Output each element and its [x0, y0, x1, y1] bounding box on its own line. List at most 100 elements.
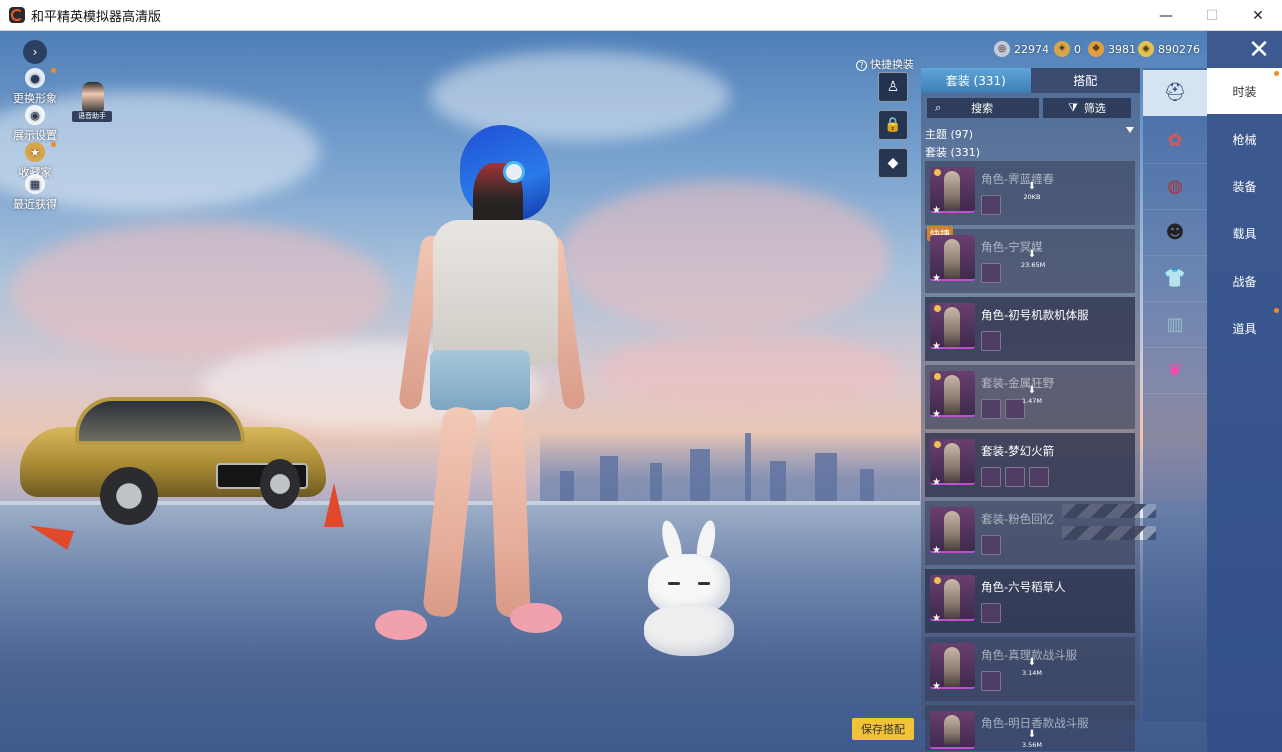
gift-icon: ▦: [25, 174, 45, 194]
star-icon: ★: [932, 273, 941, 284]
lock-icon: 🔒: [884, 117, 902, 133]
nav-combat-gear[interactable]: 战备: [1207, 258, 1282, 304]
currency-silver: ◎ 22974: [994, 40, 1049, 58]
medal-icon: ★: [25, 142, 45, 162]
window-titlebar: 和平精英模拟器高清版: [0, 0, 1282, 31]
outfit-part-thumb: [981, 671, 1001, 691]
currency-medal: ✦ 0: [1054, 40, 1081, 58]
person-icon: ●: [25, 68, 45, 88]
outfit-part-thumb: [981, 603, 1001, 623]
outfit-thumbnail: ★: [930, 575, 975, 624]
star-icon: ★: [932, 409, 941, 420]
quick-swap-slot-2[interactable]: 🔒: [878, 110, 908, 140]
outfit-thumbnail: ★: [930, 643, 975, 692]
download-icon[interactable]: ⬇ 1.47M: [1021, 385, 1043, 405]
outfit-thumbnail: ★: [930, 371, 975, 420]
search-button[interactable]: ⌕ 搜索: [927, 98, 1039, 118]
hair-icon: ✿: [1167, 130, 1183, 151]
download-icon[interactable]: ⬇ 23.65M: [1021, 249, 1045, 269]
filter-button[interactable]: ⧩ 筛选: [1043, 98, 1131, 118]
figure-icon: ♙: [886, 79, 900, 95]
outfit-thumbnail: ★: [930, 167, 975, 216]
panel-tabs: 套装 (331) 搭配: [921, 68, 1140, 93]
save-outfit-button[interactable]: 保存搭配: [852, 718, 914, 740]
category-top[interactable]: 👕: [1143, 256, 1207, 302]
theme-heading[interactable]: 主题 (97): [925, 126, 973, 142]
outfit-item[interactable]: 角色-明日香款战斗服 ⬇ 3.56M: [925, 705, 1135, 751]
face-icon: ☻: [1165, 222, 1185, 243]
outfit-part-thumb: [981, 467, 1001, 487]
expand-menu-button[interactable]: ›: [23, 40, 47, 64]
nav-fashion[interactable]: 时装: [1207, 68, 1282, 114]
tab-sets[interactable]: 套装 (331): [921, 68, 1031, 93]
star-icon: ★: [932, 545, 941, 556]
chevron-down-icon[interactable]: [1126, 127, 1134, 133]
quick-swap-label[interactable]: ? 快捷换装: [856, 56, 914, 72]
outfit-part-thumb: [981, 195, 1001, 215]
outfit-item[interactable]: ★ 角色-霁蓝缠春 ⬇ 20KB: [925, 161, 1135, 225]
outfit-item[interactable]: ★ 角色-初号机款机体服: [925, 297, 1135, 361]
change-appearance-button[interactable]: ● 更换形象: [6, 68, 64, 106]
filter-icon: ⧩: [1068, 101, 1078, 114]
outfit-thumbnail: ★: [930, 235, 975, 284]
silver-coin-icon: ◎: [994, 41, 1010, 57]
diamond-icon: ◆: [887, 155, 899, 171]
outfit-thumbnail: ★: [930, 439, 975, 488]
quick-swap-slot-1[interactable]: ♙: [878, 72, 908, 102]
shorts-icon: ▥: [1166, 314, 1184, 335]
help-icon: ?: [856, 60, 867, 71]
category-headwear[interactable]: ⛑: [1143, 70, 1207, 116]
outfit-item[interactable]: ★ 角色-真理款战斗服 ⬇ 3.14M: [925, 637, 1135, 701]
currency-gold: ◈ 890276: [1138, 40, 1200, 58]
outfit-part-thumb: [981, 263, 1001, 283]
app-logo-icon: [9, 7, 25, 23]
outfit-part-thumb: [981, 535, 1001, 555]
outfit-item[interactable]: ★ 套装-粉色回忆: [925, 501, 1135, 565]
star-icon: ★: [932, 477, 941, 488]
download-icon[interactable]: ⬇ 3.14M: [1021, 657, 1043, 677]
outfit-item[interactable]: 快捷 ★ 角色-宁冥媒 ⬇23.65M: [925, 226, 1135, 293]
outfit-part-thumb: [1029, 467, 1049, 487]
currency-coupon: ❖ 3981: [1088, 40, 1136, 58]
nav-equipment[interactable]: 装备: [1207, 163, 1282, 209]
category-mask[interactable]: ◍: [1143, 164, 1207, 210]
category-face[interactable]: ☻: [1143, 210, 1207, 256]
minimize-button[interactable]: —: [1143, 0, 1189, 31]
set-heading: 套装 (331): [925, 146, 981, 159]
quick-swap-slot-3[interactable]: ◆: [878, 148, 908, 178]
category-hair[interactable]: ✿: [1143, 118, 1207, 164]
star-icon: ★: [932, 613, 941, 624]
category-shoes[interactable]: ❦: [1143, 348, 1207, 394]
headwear-icon: ⛑: [1163, 82, 1187, 103]
download-icon[interactable]: ⬇ 20KB: [1021, 181, 1043, 201]
window-title: 和平精英模拟器高清版: [31, 9, 162, 25]
search-icon: ⌕: [935, 101, 942, 114]
slipper-icon: ❦: [1167, 360, 1183, 381]
close-window-button[interactable]: ✕: [1235, 0, 1281, 31]
outfit-item[interactable]: ★ 角色-六号稻草人: [925, 569, 1135, 633]
outfit-item[interactable]: ★ 套装-梦幻火箭: [925, 433, 1135, 497]
maximize-button[interactable]: ☐: [1189, 0, 1235, 31]
city-skyline: [540, 431, 920, 511]
player-character[interactable]: [375, 125, 587, 655]
star-icon: ★: [932, 205, 941, 216]
outfit-item[interactable]: ★ 套装-金属狂野 ⬇ 1.47M: [925, 365, 1135, 429]
recently-obtained-button[interactable]: ▦ 最近获得: [6, 174, 64, 212]
medal-coin-icon: ✦: [1054, 41, 1070, 57]
cloud: [560, 181, 890, 331]
category-bottom[interactable]: ▥: [1143, 302, 1207, 348]
tab-combos[interactable]: 搭配: [1030, 68, 1140, 93]
voice-assistant-button[interactable]: 语音助手: [72, 82, 112, 122]
star-icon: ★: [932, 341, 941, 352]
download-icon[interactable]: ⬇ 3.56M: [1021, 729, 1043, 749]
white-bunny-pet: [642, 518, 738, 660]
outfit-thumbnail: ★: [930, 303, 975, 352]
outfit-thumbnail: [930, 711, 975, 749]
nav-guns[interactable]: 枪械: [1207, 116, 1282, 162]
nav-vehicles[interactable]: 载具: [1207, 210, 1282, 256]
traffic-cone: [324, 483, 344, 527]
nav-items[interactable]: 道具: [1207, 305, 1282, 351]
category-column: ⛑ ✿ ◍ ☻ 👕 ▥ ❦: [1143, 68, 1207, 721]
close-icon[interactable]: ✕: [1240, 37, 1278, 65]
display-settings-button[interactable]: ◉ 展示设置: [6, 105, 64, 143]
